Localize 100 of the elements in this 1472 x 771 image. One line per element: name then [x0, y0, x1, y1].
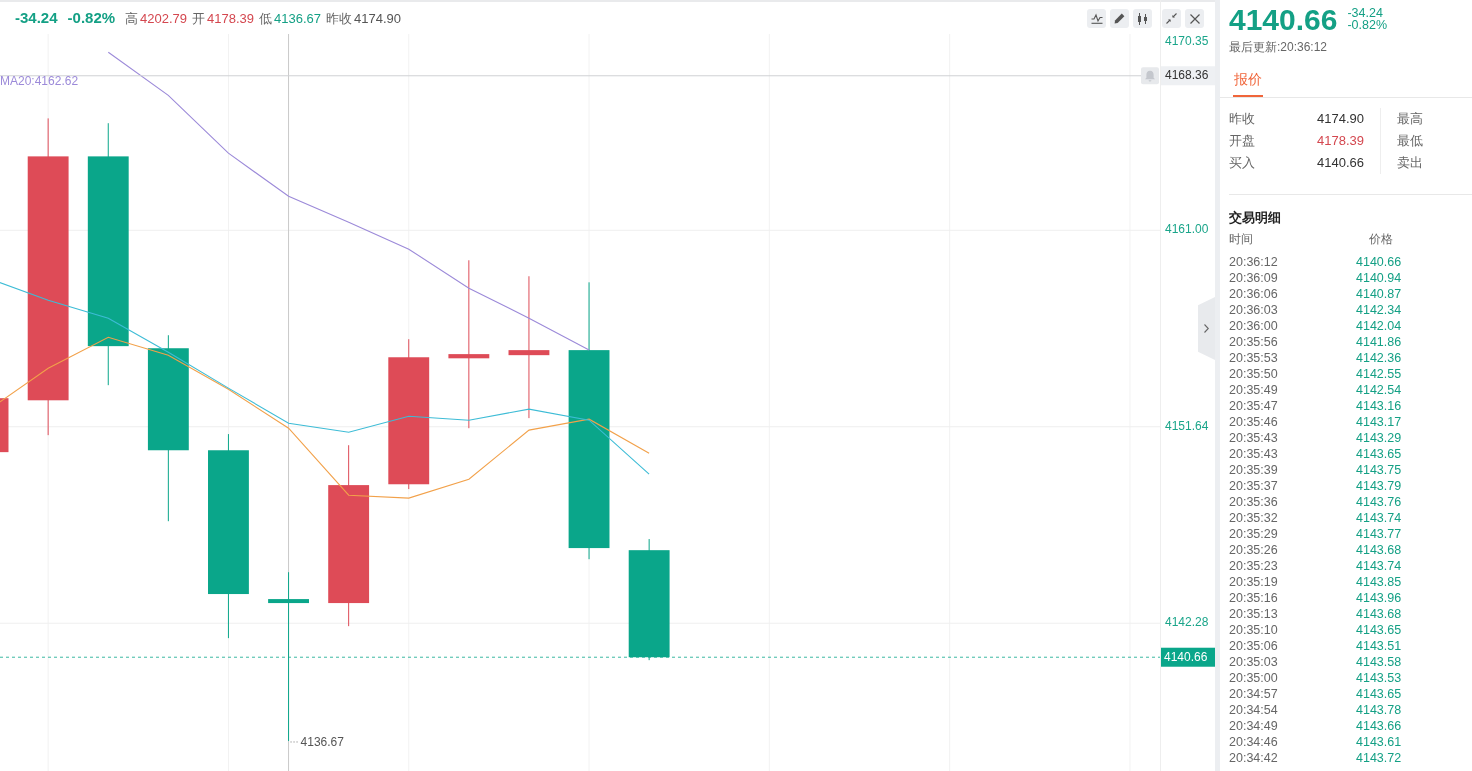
column-header: 价格	[1368, 231, 1394, 247]
trade-price: 4140.87	[1356, 286, 1402, 302]
stat-value: 4202.79	[140, 10, 188, 28]
trade-price: 4143.68	[1356, 542, 1402, 558]
trade-time: 20:35:37	[1229, 478, 1279, 494]
last-price: 4140.66	[1229, 5, 1338, 35]
trade-time: 20:35:16	[1229, 590, 1279, 606]
quote-label: 卖出	[1397, 154, 1423, 172]
axis-label: 4161.00	[1165, 222, 1209, 237]
trade-time: 20:35:32	[1229, 510, 1279, 526]
ref-line-label: 4140.66	[1164, 649, 1208, 664]
trade-price: 4143.79	[1356, 478, 1402, 494]
chevron-right-icon	[1204, 324, 1209, 333]
trade-time: 20:35:49	[1229, 382, 1279, 398]
trade-price: 4143.65	[1356, 446, 1402, 462]
trade-time: 20:35:00	[1229, 670, 1279, 686]
trade-time: 20:36:06	[1229, 286, 1279, 302]
percent-change: -0.82%	[67, 9, 116, 27]
axis-label: 4151.64	[1165, 418, 1209, 433]
alert-price-label: 4168.36	[1161, 66, 1215, 86]
draw-button[interactable]	[1110, 9, 1129, 28]
indicator-button[interactable]	[1087, 9, 1106, 28]
trade-time: 20:35:39	[1229, 462, 1279, 478]
trade-price: 4143.96	[1356, 590, 1402, 606]
quote-label: 昨收	[1229, 110, 1255, 128]
trade-price: 4143.76	[1356, 494, 1402, 510]
section-title: 交易明细	[1229, 210, 1281, 226]
trade-price: 4143.77	[1356, 526, 1402, 542]
ma-readout: MA20:4162.62	[0, 74, 79, 88]
shrink-icon	[1166, 13, 1177, 24]
quote-value: 4174.90	[1317, 110, 1364, 128]
trade-time: 20:36:00	[1229, 318, 1279, 334]
candle	[0, 398, 9, 453]
stat-label: 高	[125, 10, 139, 28]
trade-time: 20:34:57	[1229, 686, 1279, 702]
trade-time: 20:36:09	[1229, 270, 1279, 286]
trade-time: 20:35:50	[1229, 366, 1279, 382]
stat-label: 昨收	[326, 10, 353, 28]
trade-time: 20:35:53	[1229, 350, 1279, 366]
trade-time: 20:35:36	[1229, 494, 1279, 510]
trade-price: 4143.65	[1356, 686, 1402, 702]
trade-time: 20:35:46	[1229, 414, 1279, 430]
trade-price: 4141.86	[1356, 334, 1402, 350]
trade-price: 4143.72	[1356, 750, 1402, 766]
candlestick-icon	[1137, 12, 1148, 25]
trade-price: 4143.74	[1356, 510, 1402, 526]
trade-price: 4143.65	[1356, 622, 1402, 638]
stat-value: 4178.39	[207, 10, 255, 28]
trade-price: 4142.54	[1356, 382, 1402, 398]
percent-change: -0.82%	[1347, 19, 1388, 31]
last-price-label: 4140.66	[1161, 647, 1215, 667]
trade-price: 4143.66	[1356, 718, 1402, 734]
trade-time: 20:34:54	[1229, 702, 1279, 718]
price-change: -34.24	[15, 9, 58, 27]
quote-label: 最低	[1397, 132, 1423, 150]
trade-time: 20:35:29	[1229, 526, 1279, 542]
quote-label: 最高	[1397, 110, 1423, 128]
trade-price: 4143.78	[1356, 702, 1402, 718]
shrink-button[interactable]	[1162, 9, 1181, 28]
quote-tab[interactable]: 报价	[1233, 71, 1263, 97]
trade-price: 4143.53	[1356, 670, 1402, 686]
trade-price: 4143.85	[1356, 574, 1402, 590]
price-change: -34.24	[1347, 7, 1383, 19]
stat-label: 低	[259, 10, 273, 28]
trade-price: 4142.55	[1356, 366, 1402, 382]
quote-value: 4178.39	[1317, 132, 1364, 150]
stat-value: 4136.67	[274, 10, 322, 28]
trade-price: 4140.66	[1356, 254, 1402, 270]
quote-label: 买入	[1229, 154, 1255, 172]
low-price-annotation: 4136.67	[290, 735, 344, 750]
trade-time: 20:35:43	[1229, 430, 1279, 446]
trade-price: 4142.04	[1356, 318, 1402, 334]
trade-price: 4143.17	[1356, 414, 1402, 430]
trade-time: 20:34:42	[1229, 750, 1279, 766]
trade-time: 20:36:12	[1229, 254, 1279, 270]
trade-price: 4143.51	[1356, 638, 1402, 654]
trade-time: 20:34:49	[1229, 718, 1279, 734]
trade-time: 20:36:03	[1229, 302, 1279, 318]
trade-price: 4143.68	[1356, 606, 1402, 622]
column-header: 时间	[1229, 231, 1254, 247]
trade-time: 20:35:23	[1229, 558, 1279, 574]
close-icon	[1189, 13, 1200, 24]
trade-time: 20:35:03	[1229, 654, 1279, 670]
trade-price: 4142.36	[1356, 350, 1402, 366]
line-chart-icon	[1090, 13, 1103, 24]
trade-time: 20:35:56	[1229, 334, 1279, 350]
trade-price: 4140.94	[1356, 270, 1402, 286]
quote-label: 开盘	[1229, 132, 1255, 150]
trade-time: 20:35:13	[1229, 606, 1279, 622]
close-button[interactable]	[1185, 9, 1204, 28]
trade-price: 4143.58	[1356, 654, 1402, 670]
trade-price: 4143.74	[1356, 558, 1402, 574]
stat-label: 开	[192, 10, 206, 28]
candle-style-button[interactable]	[1133, 9, 1152, 28]
axis-label: 4142.28	[1165, 615, 1209, 630]
update-time: 最后更新:20:36:12	[1229, 40, 1328, 54]
ref-line-label: 4168.36	[1165, 68, 1209, 83]
trade-time: 20:35:10	[1229, 622, 1279, 638]
trade-price: 4142.34	[1356, 302, 1402, 318]
trade-price: 4143.61	[1356, 734, 1402, 750]
